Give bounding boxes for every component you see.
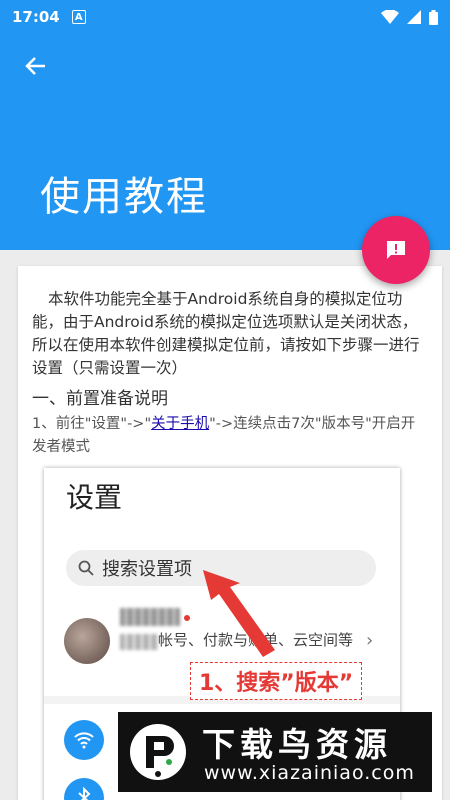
search-icon xyxy=(78,560,94,576)
status-icons xyxy=(381,9,438,25)
status-time: 17:04 xyxy=(12,8,60,26)
back-button[interactable] xyxy=(20,50,52,82)
arrow-left-icon xyxy=(25,57,45,75)
watermark-banner: 下载鸟资源 www.xiazainiao.com xyxy=(118,712,432,792)
feedback-button[interactable] xyxy=(362,216,430,284)
avatar xyxy=(64,618,110,664)
step-1-prefix: 1、前往"设置"->" xyxy=(32,416,152,432)
annotation-label: 1、搜索”版本” xyxy=(190,662,363,700)
wifi-settings-icon xyxy=(64,720,104,760)
bird-logo-icon xyxy=(130,724,186,780)
step-1-text: 1、前往"设置"->"关于手机"->连续点击7次"版本号"开启开发者模式 xyxy=(32,413,428,459)
wifi-status-icon xyxy=(381,10,399,24)
bluetooth-settings-icon xyxy=(64,778,104,800)
screenshot-search-placeholder: 搜索设置项 xyxy=(102,559,192,580)
about-phone-link[interactable]: 关于手机 xyxy=(151,416,209,432)
notification-dot xyxy=(184,615,190,621)
battery-icon xyxy=(429,9,438,25)
section-heading: 一、前置准备说明 xyxy=(32,389,168,409)
screenshot-search-bar: 搜索设置项 xyxy=(66,550,376,586)
feedback-icon xyxy=(387,241,405,259)
status-bar: 17:04 A xyxy=(0,0,450,34)
intro-paragraph: 本软件功能完全基于Android系统自身的模拟定位功能，由于Android系统的… xyxy=(32,290,420,377)
watermark-url: www.xiazainiao.com xyxy=(204,762,415,784)
account-subtitle: 帐号、付款与账单、云空间等 xyxy=(158,631,354,649)
signal-icon xyxy=(407,10,421,24)
blurred-account-name xyxy=(120,608,180,626)
chevron-right-icon: › xyxy=(366,630,374,651)
watermark-title: 下载鸟资源 xyxy=(202,725,392,764)
notification-a-icon: A xyxy=(71,10,86,24)
screenshot-title: 设置 xyxy=(66,481,123,514)
page-title: 使用教程 xyxy=(40,174,208,220)
